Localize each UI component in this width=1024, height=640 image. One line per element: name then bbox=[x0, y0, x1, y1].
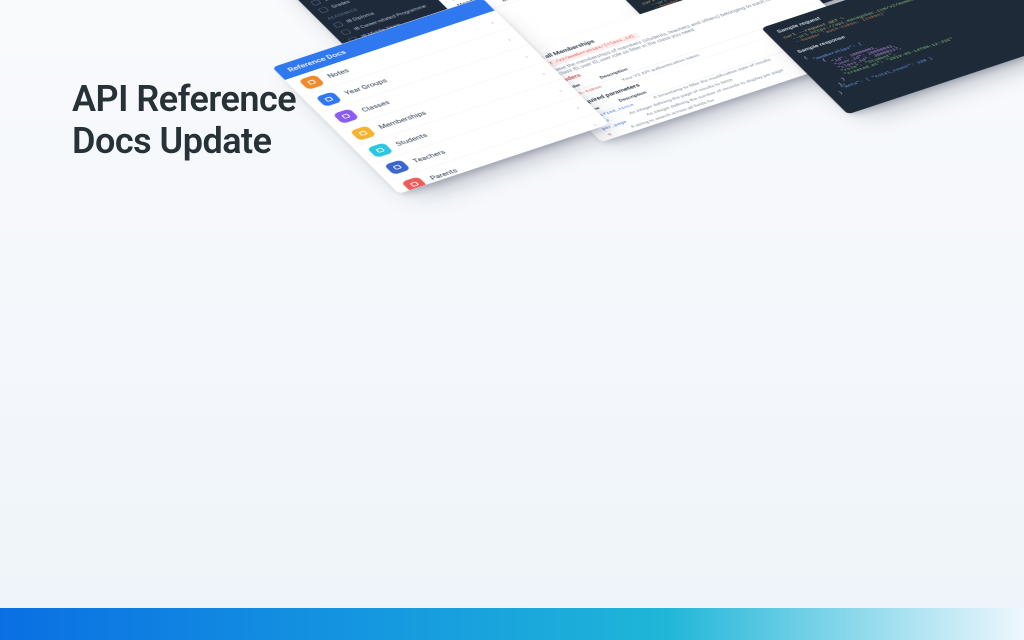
cap-icon bbox=[333, 21, 344, 27]
cap-icon bbox=[340, 29, 351, 35]
category-label: School bbox=[446, 186, 474, 194]
footer-strip bbox=[0, 608, 1024, 640]
teachers-icon bbox=[384, 159, 411, 174]
memberships-icon bbox=[350, 125, 377, 140]
category-label: Classes bbox=[360, 99, 392, 113]
category-label: Parents bbox=[428, 168, 459, 182]
parents-icon bbox=[401, 176, 428, 191]
school-icon bbox=[418, 193, 445, 194]
students-icon bbox=[367, 142, 394, 157]
year-groups-icon bbox=[315, 91, 342, 106]
param-q: q bbox=[607, 133, 613, 137]
classes-icon bbox=[333, 108, 360, 123]
col-desc: Description bbox=[500, 0, 531, 2]
category-label: Teachers bbox=[411, 149, 447, 164]
notes-icon bbox=[298, 74, 325, 89]
gauge-icon bbox=[310, 0, 321, 6]
category-label: Notes bbox=[326, 68, 351, 80]
star-icon bbox=[318, 7, 329, 13]
category-label: Students bbox=[394, 132, 429, 147]
